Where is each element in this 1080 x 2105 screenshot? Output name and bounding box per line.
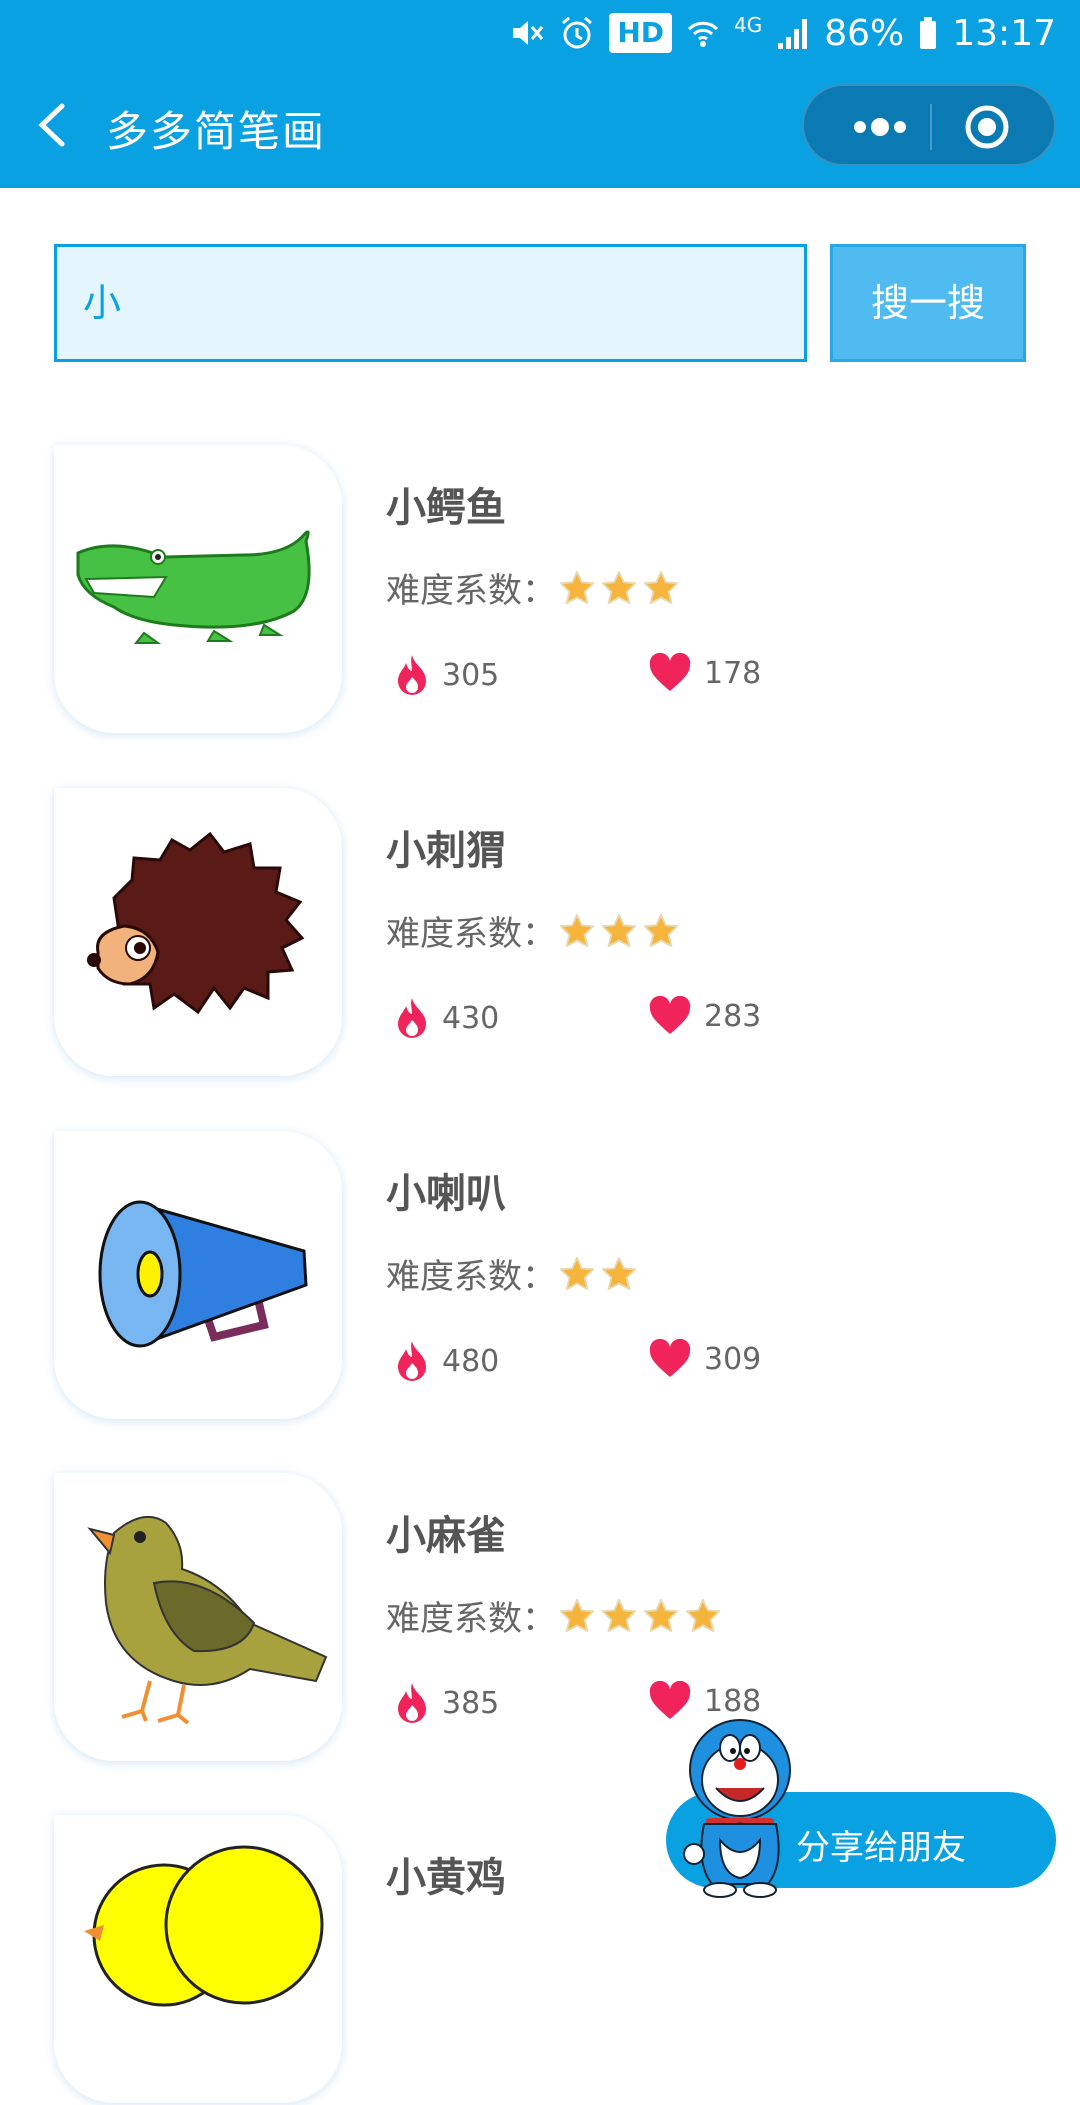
heart-icon bbox=[649, 1339, 691, 1377]
star-icon bbox=[601, 570, 637, 604]
list-item[interactable]: 小麻雀 难度系数： 385 188 bbox=[0, 1473, 1080, 1763]
item-thumbnail bbox=[54, 788, 342, 1076]
hot-count: 430 bbox=[394, 996, 499, 1040]
hedgehog-image bbox=[87, 831, 305, 1015]
target-icon bbox=[965, 105, 1009, 149]
item-thumbnail bbox=[54, 1815, 342, 2103]
item-name: 小喇叭 bbox=[386, 1171, 506, 1217]
search-input[interactable]: 小 bbox=[54, 244, 807, 362]
doraemon-mascot-icon bbox=[683, 1719, 791, 1898]
difficulty-stars bbox=[558, 912, 680, 950]
page-title: 多多简笔画 bbox=[106, 107, 327, 156]
hd-badge: HD bbox=[609, 13, 672, 53]
star-icon bbox=[559, 913, 595, 947]
heart-icon bbox=[649, 996, 691, 1034]
star-icon bbox=[601, 1598, 637, 1632]
star-icon bbox=[643, 1598, 679, 1632]
more-dots-icon bbox=[854, 118, 906, 136]
back-button[interactable] bbox=[30, 100, 80, 150]
miniprogram-capsule bbox=[802, 84, 1056, 166]
star-icon bbox=[559, 1256, 595, 1290]
hot-number: 430 bbox=[442, 1000, 500, 1036]
hot-count: 305 bbox=[394, 653, 499, 697]
chick-image bbox=[84, 1845, 324, 2007]
list-item[interactable]: 小喇叭 难度系数： 480 309 bbox=[0, 1131, 1080, 1421]
battery-percent: 86% bbox=[824, 12, 905, 54]
item-name: 小鳄鱼 bbox=[386, 485, 506, 531]
difficulty: 难度系数： bbox=[386, 1591, 722, 1640]
hot-count: 480 bbox=[394, 1339, 499, 1383]
sparrow-image bbox=[87, 1515, 328, 1725]
item-thumbnail bbox=[54, 1131, 342, 1419]
difficulty-label: 难度系数： bbox=[386, 1599, 556, 1639]
list-item[interactable]: 小刺猬 难度系数： 430 283 bbox=[0, 788, 1080, 1078]
crocodile-image bbox=[76, 530, 311, 644]
search-area: 小 搜一搜 bbox=[54, 244, 1026, 362]
difficulty-stars bbox=[558, 569, 680, 607]
close-button[interactable] bbox=[964, 104, 1010, 150]
difficulty: 难度系数： bbox=[386, 563, 680, 612]
flame-icon bbox=[398, 1341, 426, 1381]
battery-icon bbox=[918, 13, 938, 53]
signal-icon bbox=[776, 13, 810, 53]
like-count: 283 bbox=[648, 996, 761, 1036]
like-count: 309 bbox=[648, 1339, 761, 1379]
difficulty-stars bbox=[558, 1597, 722, 1635]
star-icon bbox=[559, 570, 595, 604]
item-name: 小刺猬 bbox=[386, 828, 506, 874]
more-button[interactable] bbox=[840, 86, 920, 168]
wifi-icon bbox=[686, 13, 720, 53]
back-arrow-icon bbox=[38, 103, 65, 147]
megaphone-image bbox=[98, 1200, 308, 1348]
difficulty: 难度系数： bbox=[386, 1249, 638, 1298]
star-icon bbox=[643, 913, 679, 947]
difficulty: 难度系数： bbox=[386, 906, 680, 955]
item-name: 小黄鸡 bbox=[386, 1855, 506, 1901]
like-number: 309 bbox=[704, 1341, 762, 1377]
difficulty-label: 难度系数： bbox=[386, 571, 556, 611]
status-bar: HD 4G 86% 13:17 bbox=[0, 0, 1080, 64]
item-thumbnail bbox=[54, 1473, 342, 1761]
like-count: 178 bbox=[648, 653, 761, 693]
search-button[interactable]: 搜一搜 bbox=[830, 244, 1026, 362]
difficulty-stars bbox=[558, 1255, 638, 1293]
like-number: 283 bbox=[704, 998, 762, 1034]
flame-icon bbox=[398, 1683, 426, 1723]
navigation-bar: 多多简笔画 bbox=[0, 64, 1080, 188]
star-icon bbox=[685, 1598, 721, 1632]
hot-number: 385 bbox=[442, 1685, 500, 1721]
clock: 13:17 bbox=[952, 12, 1056, 54]
share-label: 分享给朋友 bbox=[796, 1828, 966, 1868]
alarm-icon bbox=[559, 13, 595, 53]
flame-icon bbox=[398, 655, 426, 695]
heart-icon bbox=[649, 653, 691, 691]
item-thumbnail bbox=[54, 445, 342, 733]
top-bar: HD 4G 86% 13:17 多多简笔画 bbox=[0, 0, 1080, 188]
capsule-divider bbox=[930, 104, 932, 150]
item-name: 小麻雀 bbox=[386, 1513, 506, 1559]
like-number: 178 bbox=[704, 655, 762, 691]
hot-count: 385 bbox=[394, 1681, 499, 1725]
list-item[interactable]: 小鳄鱼 难度系数： 305 178 bbox=[0, 445, 1080, 735]
star-icon bbox=[643, 570, 679, 604]
star-icon bbox=[601, 1256, 637, 1290]
difficulty-label: 难度系数： bbox=[386, 914, 556, 954]
star-icon bbox=[559, 1598, 595, 1632]
star-icon bbox=[601, 913, 637, 947]
flame-icon bbox=[398, 998, 426, 1038]
network-type: 4G bbox=[734, 13, 763, 37]
hot-number: 480 bbox=[442, 1343, 500, 1379]
difficulty-label: 难度系数： bbox=[386, 1257, 556, 1297]
hot-number: 305 bbox=[442, 657, 500, 693]
mute-icon bbox=[509, 13, 545, 53]
